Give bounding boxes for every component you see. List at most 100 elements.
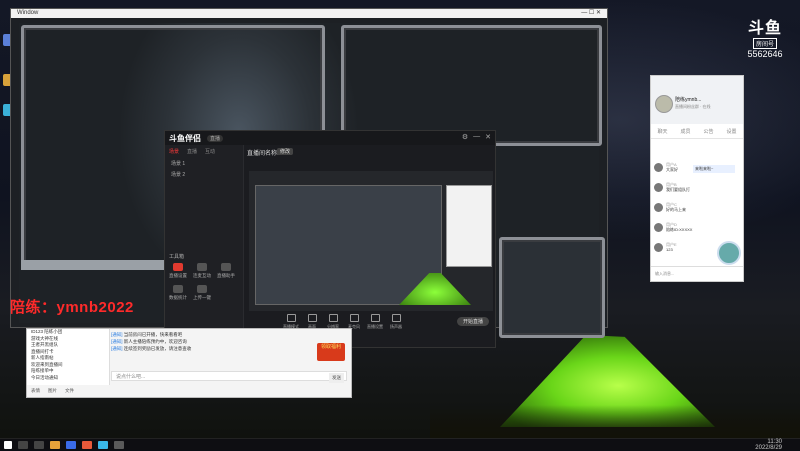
avatar[interactable] [654,222,663,232]
live-app-logo: 斗鱼伴侣 [169,133,201,143]
chat-message: 用户D 陪练ID:XXXXX [654,222,692,232]
search-icon[interactable] [18,440,28,449]
list-item[interactable]: 今日活动通知 [27,375,109,382]
avatar[interactable] [654,182,663,192]
tool-button[interactable]: 上传一键 [193,285,211,301]
chat-name: 陪练ymnb... [675,97,702,103]
chat-message: 用户E 123 [654,242,677,252]
live-app-header: 斗鱼伴侣 直播 ⚙ — ✕ [165,131,495,145]
window-titlebar[interactable]: Window — ☐ ✕ [11,9,607,18]
chat-bubble: 来啦来啦~ [693,165,735,173]
taskbar: 11:30 2022/8/29 [0,438,800,451]
chat-bottom-bar: 表情 图片 文件 [27,385,351,397]
tab-notice[interactable]: 公告 [703,128,713,138]
minimize-icon[interactable]: — [473,133,480,141]
image-button[interactable]: 图片 [48,388,57,394]
file-button[interactable]: 文件 [65,388,74,394]
taskbar-app-icon[interactable] [66,440,76,449]
live-streaming-window[interactable]: 斗鱼伴侣 直播 ⚙ — ✕ 场景 直播 互动 场景 1 场景 2 工具箱 直播设… [164,130,496,348]
message-input[interactable]: 说点什么吧... 发送 [111,371,347,383]
chat-input-hint: 输入消息... [655,271,675,276]
tool-button[interactable]: 直播设置 [169,263,187,279]
mode-icon [286,314,296,322]
stream-preview [249,171,493,311]
game-frame-right [341,25,602,146]
send-button[interactable]: 发送 [329,373,344,383]
task-view-icon[interactable] [34,440,44,449]
message-area: [通知] 当前房间已开播，快来看看吧 [通知] 新人主播陪练预约中，欢迎咨询 [… [111,331,347,367]
edit-room-button[interactable]: 修改 [277,148,294,155]
toolbar-button[interactable]: 扬声器 [388,314,404,330]
resolution-icon [328,314,338,322]
platform-logo: 斗鱼 房间号 5562646 [740,14,790,59]
chat-panel[interactable]: 陪练ymnb... 直播间粉丝群 · 在线 聊天 成员 公告 设置 用户A 大家好… [650,75,744,282]
preview-nested-window [255,185,442,305]
tool-button[interactable]: 直播助手 [217,263,235,279]
logo-subtitle: 房间号 [752,38,777,49]
logo-mark: 斗鱼 [747,20,782,37]
window-title: Window [17,10,39,16]
tab-interact[interactable]: 互动 [205,148,215,155]
group-chat-window[interactable]: ID123 陪练小团 游戏大神在线 王者开黑组队 直播间打卡 新人指南帖 欢迎来… [26,328,352,398]
avatar[interactable] [654,242,663,252]
live-mode-badge[interactable]: 直播 [207,134,224,142]
input-placeholder: 说点什么吧... [116,374,146,380]
tab-chat[interactable]: 聊天 [657,128,667,138]
settings-icon[interactable]: ⚙ [462,133,468,141]
speaker-icon [391,314,401,322]
picture-icon [307,314,317,322]
toolbox-label: 工具箱 [169,254,185,260]
tab-settings[interactable]: 设置 [726,128,736,138]
tab-scene[interactable]: 场景 [169,148,179,155]
scene-item[interactable]: 场景 2 [165,169,243,180]
start-live-button[interactable]: 开始直播 [456,317,489,326]
stats-icon [173,285,183,293]
settings-icon [370,314,380,322]
upload-icon [197,285,207,293]
toolbar-button[interactable]: 直播设置 [367,314,383,330]
live-settings-icon [173,263,183,271]
microphone-icon [349,314,359,322]
message-row: [通知] 当前房间已开播，快来看看吧 [111,332,183,337]
connect-icon [197,263,207,271]
preview-chat-panel [446,185,492,267]
tab-live[interactable]: 直播 [187,148,197,155]
windows-start-icon[interactable] [4,440,12,449]
promo-banner[interactable]: 领取福利 [317,343,345,361]
watermark-text: 陪练：ymnb2022 [10,299,134,316]
window-controls[interactable]: — ☐ ✕ [581,9,601,18]
close-icon[interactable]: ✕ [485,133,491,141]
taskbar-app-icon[interactable] [82,440,92,449]
scene-sidebar: 场景 直播 互动 场景 1 场景 2 工具箱 直播设置 连麦互动 直播助手 数据… [165,145,244,347]
taskbar-clock[interactable]: 11:30 2022/8/29 [755,439,782,451]
message-row: [通知] 连续签到奖励已发放，请注意查收 [111,346,192,351]
chat-message: 用户C 好的马上来 [654,202,686,212]
chat-message: 用户B 我们要组队打 [654,182,690,192]
scene-item[interactable]: 场景 1 [165,158,243,169]
avatar[interactable] [654,162,663,172]
game-frame-small [499,237,605,338]
sidebar-tabs: 场景 直播 互动 [165,145,243,158]
chat-message: 用户A 大家好 [654,162,678,172]
chat-header: 陪练ymnb... 直播间粉丝群 · 在线 [651,76,743,124]
tab-members[interactable]: 成员 [680,128,690,138]
live-window-controls[interactable]: ⚙ — ✕ [462,133,491,141]
room-number: 5562646 [747,49,783,59]
avatar[interactable] [717,241,741,265]
chat-input[interactable]: 输入消息... [651,266,743,281]
chat-subtitle: 直播间粉丝群 · 在线 [675,104,711,109]
ground-silhouette [430,405,800,438]
contact-list: ID123 陪练小团 游戏大神在线 王者开黑组队 直播间打卡 新人指南帖 欢迎来… [27,329,110,385]
tool-button[interactable]: 数据统计 [169,285,187,301]
message-row: [通知] 新人主播陪练预约中，欢迎咨询 [111,339,187,344]
avatar[interactable] [655,95,673,113]
taskbar-app-icon[interactable] [50,440,60,449]
assistant-icon [221,263,231,271]
chat-tabs: 聊天 成员 公告 设置 [651,128,743,139]
emoji-button[interactable]: 表情 [31,388,40,394]
taskbar-app-icon[interactable] [98,440,108,449]
taskbar-app-icon[interactable] [114,440,124,449]
tool-button[interactable]: 连麦互动 [193,263,211,279]
avatar[interactable] [654,202,663,212]
toolbox-grid: 直播设置 连麦互动 直播助手 数据统计 上传一键 [169,263,241,301]
